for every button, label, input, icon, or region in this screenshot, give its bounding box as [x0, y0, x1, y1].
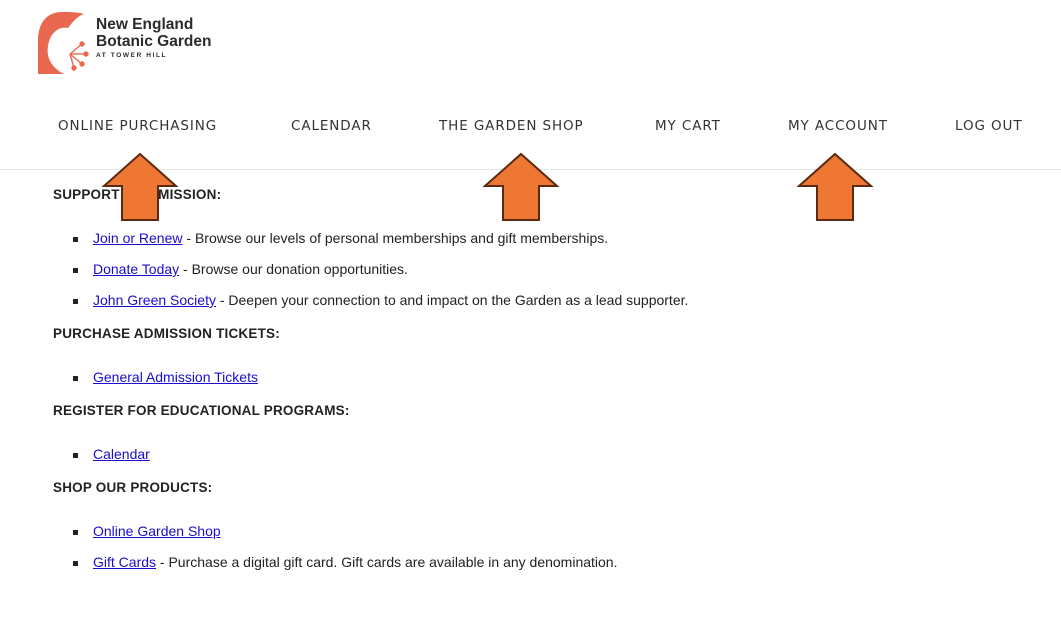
list-item: Calendar	[53, 446, 1013, 463]
list-item: John Green Society - Deepen your connect…	[53, 292, 1013, 309]
botanic-garden-logo-icon	[38, 12, 89, 74]
join-renew-link[interactable]: Join or Renew	[93, 230, 183, 246]
up-arrow-icon	[482, 152, 560, 221]
nav-log-out[interactable]: LOG OUT	[955, 118, 1022, 134]
section-admission: PURCHASE ADMISSION TICKETS: General Admi…	[53, 326, 1013, 386]
nav-my-cart[interactable]: MY CART	[655, 118, 721, 134]
list-item: Online Garden Shop	[53, 523, 1013, 540]
nav-my-account[interactable]: MY ACCOUNT	[788, 118, 888, 134]
nav-calendar[interactable]: CALENDAR	[291, 118, 372, 134]
brand-name-line1: New England	[96, 16, 194, 33]
list-item: General Admission Tickets	[53, 369, 1013, 386]
brand-tagline: AT TOWER HILL	[96, 52, 168, 59]
gift-cards-link[interactable]: Gift Cards	[93, 554, 156, 570]
brand-name-line2: Botanic Garden	[96, 33, 212, 50]
item-description: - Browse our donation opportunities.	[179, 261, 408, 277]
general-admission-link[interactable]: General Admission Tickets	[93, 369, 258, 385]
education-list: Calendar	[53, 446, 1013, 463]
list-item: Donate Today - Browse our donation oppor…	[53, 261, 1013, 278]
nav-online-purchasing[interactable]: ONLINE PURCHASING	[58, 118, 217, 134]
section-education: REGISTER FOR EDUCATIONAL PROGRAMS: Calen…	[53, 403, 1013, 463]
calendar-link[interactable]: Calendar	[93, 446, 150, 462]
donate-today-link[interactable]: Donate Today	[93, 261, 179, 277]
list-item: Join or Renew - Browse our levels of per…	[53, 230, 1013, 247]
up-arrow-icon	[101, 152, 179, 221]
nav-garden-shop[interactable]: THE GARDEN SHOP	[439, 118, 584, 134]
logo-link[interactable]: New England Botanic Garden AT TOWER HILL	[34, 10, 234, 74]
john-green-society-link[interactable]: John Green Society	[93, 292, 216, 308]
item-description: - Purchase a digital gift card. Gift car…	[156, 554, 618, 570]
main-content: SUPPORT OUR MISSION: Join or Renew - Bro…	[53, 187, 1013, 588]
admission-list: General Admission Tickets	[53, 369, 1013, 386]
up-arrow-icon	[796, 152, 874, 221]
section-heading: PURCHASE ADMISSION TICKETS:	[53, 326, 280, 341]
section-heading: REGISTER FOR EDUCATIONAL PROGRAMS:	[53, 403, 350, 418]
section-heading: SHOP OUR PRODUCTS:	[53, 480, 213, 495]
section-shop: SHOP OUR PRODUCTS: Online Garden Shop Gi…	[53, 480, 1013, 571]
list-item: Gift Cards - Purchase a digital gift car…	[53, 554, 1013, 571]
support-list: Join or Renew - Browse our levels of per…	[53, 230, 1013, 309]
online-garden-shop-link[interactable]: Online Garden Shop	[93, 523, 221, 539]
shop-list: Online Garden Shop Gift Cards - Purchase…	[53, 523, 1013, 571]
item-description: - Browse our levels of personal membersh…	[182, 230, 609, 246]
item-description: - Deepen your connection to and impact o…	[215, 292, 689, 308]
